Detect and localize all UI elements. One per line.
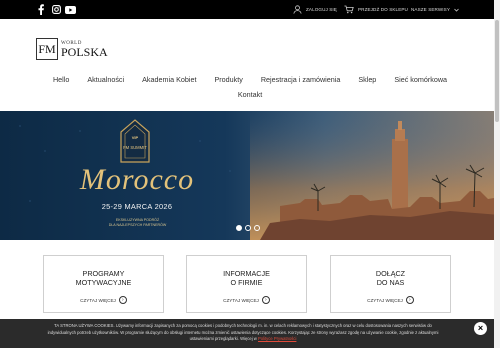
scrollbar[interactable]: [494, 0, 500, 348]
cookie-line1: TA STRONA UŻYWA COOKIES. Używamy informa…: [54, 323, 432, 328]
logo-polska: POLSKA: [61, 44, 108, 59]
nav-item-rejestracja[interactable]: Rejestracja i zamówienia: [261, 75, 341, 84]
card-title: INFORMACJE O FIRMIE: [187, 269, 306, 287]
logo-mark: FM: [36, 38, 58, 60]
read-more-link[interactable]: CZYTAJ WIĘCEJ ›: [331, 296, 450, 304]
slider-dots: [236, 225, 260, 231]
slider-dot-2[interactable]: [245, 225, 251, 231]
card-title-line1: DOŁĄCZ: [375, 269, 406, 278]
summit-badge-icon: [120, 119, 150, 163]
services-label: NASZE SERWISY: [411, 7, 450, 12]
instagram-icon[interactable]: [51, 4, 61, 15]
cookie-text: TA STRONA UŻYWA COOKIES. Używamy informa…: [20, 323, 466, 343]
cookie-close-button[interactable]: ×: [474, 322, 487, 335]
main-nav-row2: Kontakt: [0, 90, 500, 99]
arrow-right-icon: ›: [118, 296, 127, 304]
card-programy[interactable]: PROGRAMY MOTYWACYJNE CZYTAJ WIĘCEJ ›: [43, 255, 164, 313]
read-more-label: CZYTAJ WIĘCEJ: [367, 297, 403, 303]
login-link[interactable]: ZALOGUJ SIĘ: [293, 0, 337, 19]
read-more-link[interactable]: CZYTAJ WIĘCEJ ›: [44, 296, 163, 304]
read-more-label: CZYTAJ WIĘCEJ: [223, 297, 259, 303]
nav-item-produkty[interactable]: Produkty: [214, 75, 242, 84]
badge-summit: FM SUMMIT: [123, 145, 147, 150]
card-title-line2: MOTYWACYJNE: [75, 278, 132, 287]
nav-item-aktualnosci[interactable]: Aktualności: [87, 75, 124, 84]
services-dropdown[interactable]: NASZE SERWISY: [411, 0, 459, 19]
cart-icon: [344, 5, 354, 14]
badge-vip: VIP: [131, 135, 139, 140]
nav-item-siec-komorkowa[interactable]: Sieć komórkowa: [394, 75, 447, 84]
card-title-line2: O FIRMIE: [230, 278, 263, 287]
scrollbar-thumb[interactable]: [495, 20, 499, 122]
slider-dot-3[interactable]: [254, 225, 260, 231]
card-title: PROGRAMY MOTYWACYJNE: [44, 269, 163, 287]
nav-item-kontakt[interactable]: Kontakt: [238, 90, 262, 99]
nav-item-akademia-kobiet[interactable]: Akademia Kobiet: [142, 75, 196, 84]
hero-subtitle-line2: DLA NAJLEPSZYCH PARTNERÓW: [108, 222, 167, 227]
arrow-right-icon: ›: [405, 296, 414, 304]
login-label: ZALOGUJ SIĘ: [306, 7, 337, 12]
shop-label: PRZEJDŹ DO SKLEPU: [358, 7, 408, 12]
cookie-bar: TA STRONA UŻYWA COOKIES. Używamy informa…: [0, 319, 500, 348]
card-title-line1: PROGRAMY: [82, 269, 125, 278]
card-informacje[interactable]: INFORMACJE O FIRMIE CZYTAJ WIĘCEJ ›: [186, 255, 307, 313]
cookie-line3: ustawieniami przeglądarki. Więcej w: [189, 336, 257, 341]
hero-title: Morocco: [79, 163, 195, 196]
privacy-policy-link[interactable]: Polityce Prywatności: [258, 336, 296, 341]
user-icon: [293, 5, 302, 14]
hero-date: 25-29 MARCA 2026: [101, 202, 173, 211]
top-bar: ZALOGUJ SIĘ PRZEJDŹ DO SKLEPU NASZE SERW…: [0, 0, 500, 19]
logo[interactable]: FM WORLD POLSKA: [36, 36, 116, 62]
card-title-line1: INFORMACJE: [223, 269, 270, 278]
hero-subtitle: EKSKLUZYWNA PODRÓŻ DLA NAJLEPSZYCH PARTN…: [80, 218, 195, 227]
nav-item-sklep[interactable]: Sklep: [358, 75, 376, 84]
nav-item-hello[interactable]: Hello: [53, 75, 69, 84]
hero-slider[interactable]: VIP FM SUMMIT Morocco 25-29 MARCA 2026 E…: [0, 111, 500, 240]
shop-link[interactable]: PRZEJDŹ DO SKLEPU: [344, 0, 408, 19]
card-dolacz[interactable]: DOŁĄCZ DO NAS CZYTAJ WIĘCEJ ›: [330, 255, 451, 313]
arrow-right-icon: ›: [261, 296, 270, 304]
chevron-down-icon: [454, 8, 459, 12]
read-more-link[interactable]: CZYTAJ WIĘCEJ ›: [187, 296, 306, 304]
youtube-icon[interactable]: [65, 4, 76, 15]
read-more-label: CZYTAJ WIĘCEJ: [80, 297, 116, 303]
card-title: DOŁĄCZ DO NAS: [331, 269, 450, 287]
main-nav: Hello Aktualności Akademia Kobiet Produk…: [0, 75, 500, 84]
slider-dot-1[interactable]: [236, 225, 242, 231]
facebook-icon[interactable]: [36, 4, 46, 15]
card-title-line2: DO NAS: [376, 278, 405, 287]
